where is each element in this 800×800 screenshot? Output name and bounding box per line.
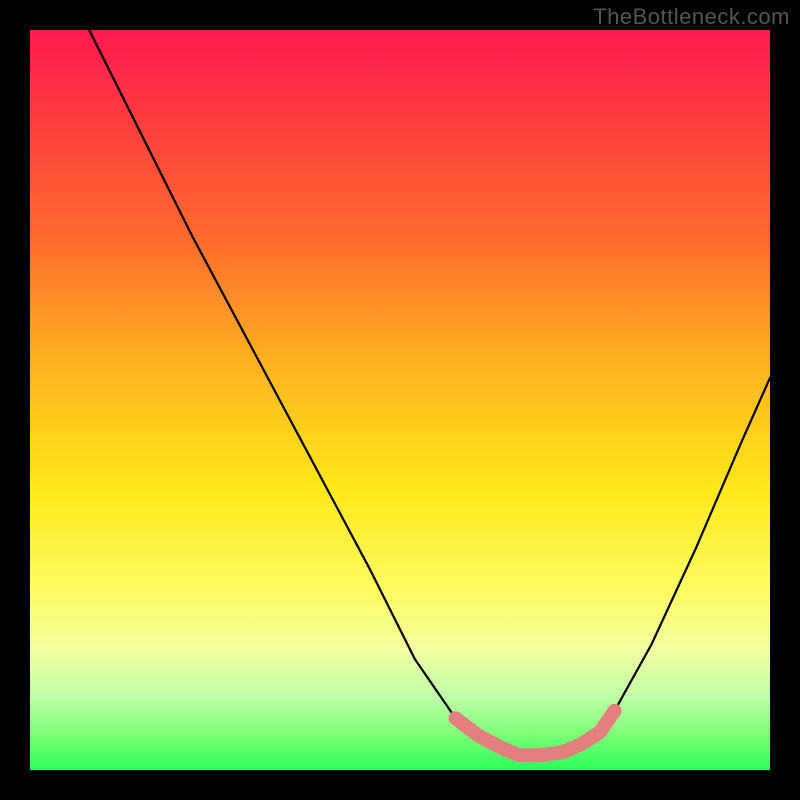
watermark-text: TheBottleneck.com	[593, 4, 790, 30]
plot-area	[30, 30, 770, 770]
chart-frame: TheBottleneck.com	[0, 0, 800, 800]
curve-svg	[30, 30, 770, 770]
optimal-band-path	[456, 711, 615, 755]
bottleneck-curve-path	[89, 30, 770, 755]
